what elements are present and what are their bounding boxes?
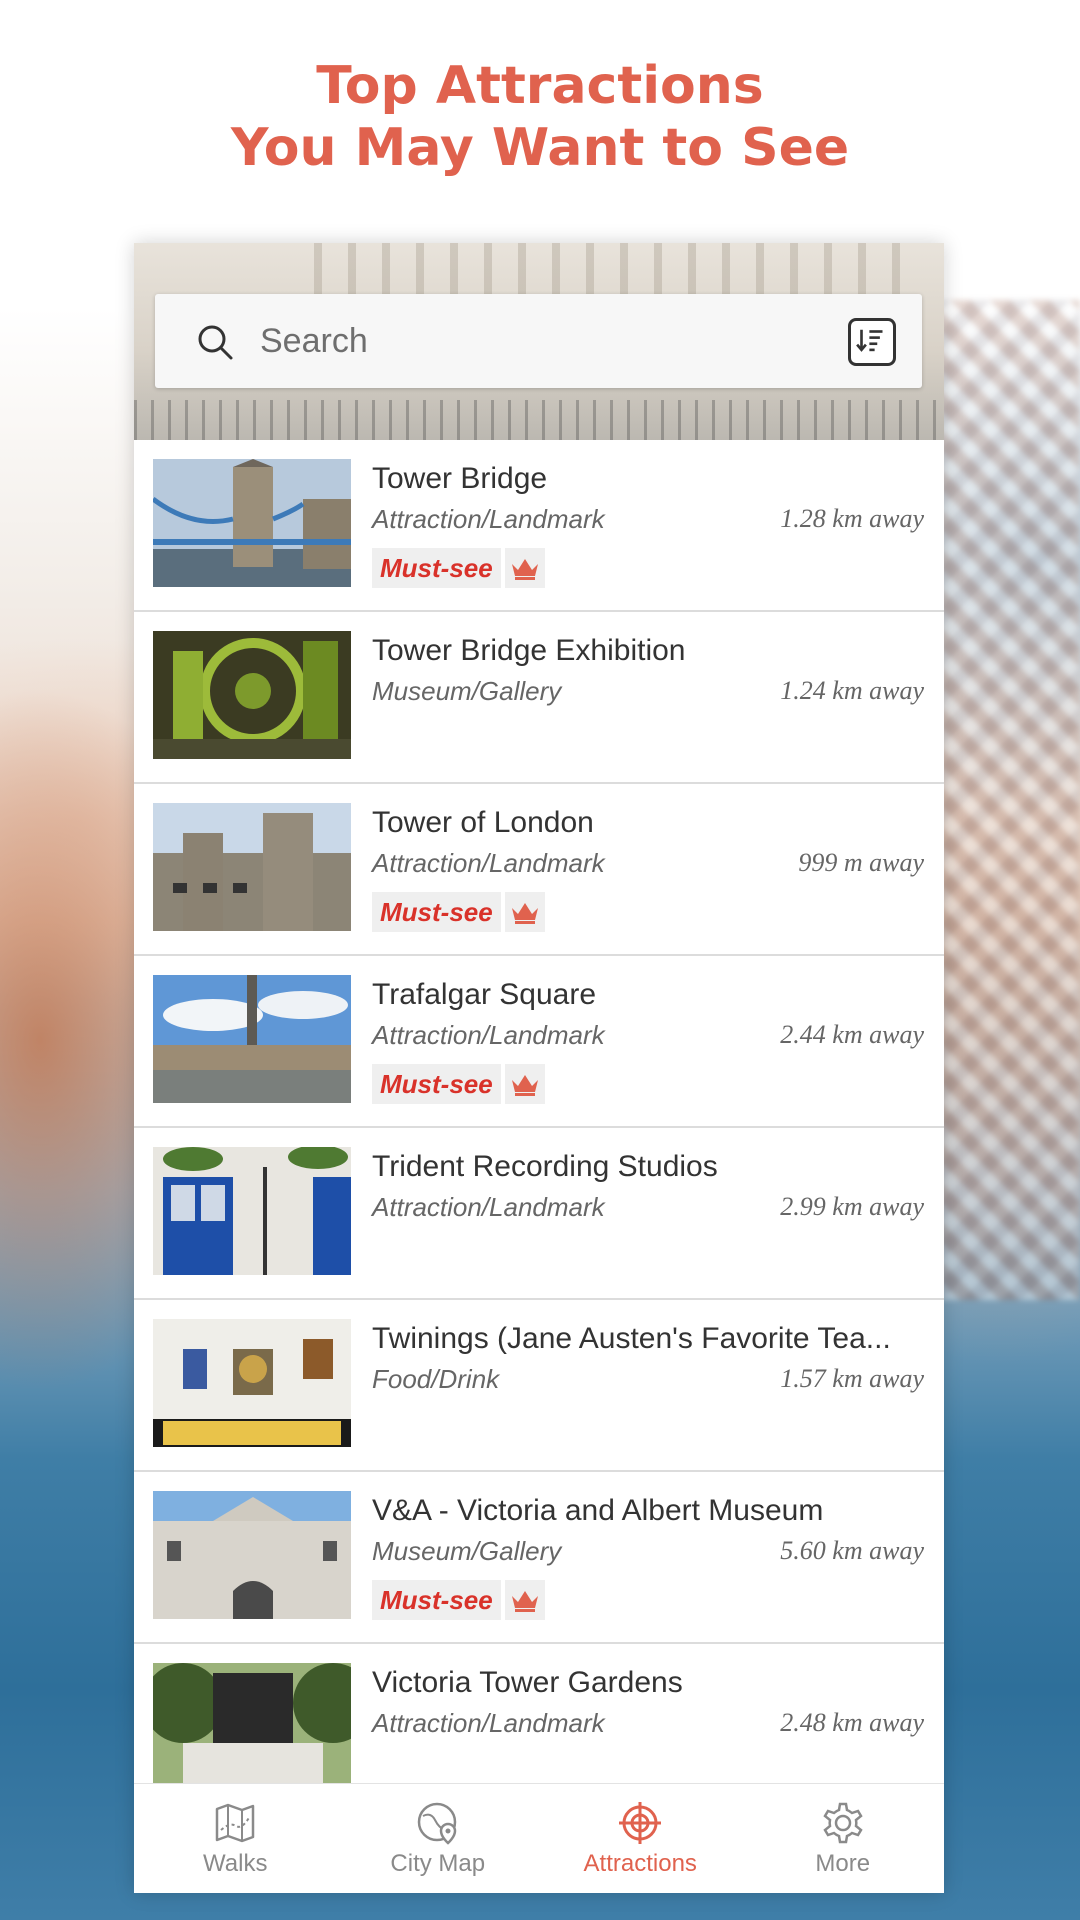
tab-more[interactable]: More [742,1784,945,1893]
attraction-distance: 999 m away [798,848,924,877]
crown-icon [504,548,545,588]
attraction-list: Tower Bridge Attraction/Landmark 1.28 km… [134,440,944,1816]
attraction-distance: 1.28 km away [780,504,924,533]
app-screen: Tower Bridge Attraction/Landmark 1.28 km… [134,243,944,1893]
list-item[interactable]: Tower Bridge Attraction/Landmark 1.28 km… [134,440,944,612]
tab-label: More [815,1850,871,1877]
attraction-category: Museum/Gallery [372,676,562,706]
must-see-badge: Must-see [372,892,545,932]
attraction-title: Trident Recording Studios [372,1150,718,1183]
attraction-distance: 1.57 km away [780,1364,924,1393]
attraction-distance: 1.24 km away [780,676,924,705]
search-bar [155,294,922,388]
attraction-title: Tower Bridge Exhibition [372,634,686,667]
must-see-label: Must-see [372,548,501,588]
thumbnail-victoria-albert-museum [153,1491,351,1619]
search-input[interactable] [260,314,800,368]
crown-icon [504,892,545,932]
blurred-background-pattern [940,300,1080,1300]
attraction-category: Attraction/Landmark [372,848,605,878]
thumbnail-twinings [153,1319,351,1447]
attraction-category: Museum/Gallery [372,1536,562,1566]
target-icon [619,1802,662,1844]
tab-city-map[interactable]: City Map [337,1784,540,1893]
list-item[interactable]: Tower Bridge Exhibition Museum/Gallery 1… [134,612,944,784]
must-see-label: Must-see [372,1064,501,1104]
thumbnail-trafalgar-square [153,975,351,1103]
list-item[interactable]: Tower of London Attraction/Landmark 999 … [134,784,944,956]
tab-label: Walks [203,1850,268,1877]
crown-icon [504,1064,545,1104]
thumbnail-victoria-tower-gardens [153,1663,351,1791]
attraction-category: Attraction/Landmark [372,1708,605,1738]
map-icon [216,1803,255,1843]
thumbnail-tower-of-london [153,803,351,931]
search-icon [198,325,233,360]
attraction-title: Trafalgar Square [372,978,597,1011]
tab-label: City Map [390,1850,486,1877]
headline-line-1: Top Attractions [316,56,764,116]
bottom-tab-bar: Walks City Map Attractions More [134,1783,944,1893]
attraction-title: Tower of London [372,806,594,839]
globe-pin-icon [417,1802,457,1845]
attraction-title: Twinings (Jane Austen's Favorite Tea... [372,1322,891,1355]
tab-label: Attractions [583,1850,697,1877]
hero-crowd [134,400,944,440]
thumbnail-trident-studios [153,1147,351,1275]
attraction-distance: 2.48 km away [780,1708,924,1737]
list-item[interactable]: Trident Recording Studios Attraction/Lan… [134,1128,944,1300]
tab-walks[interactable]: Walks [134,1784,337,1893]
gear-icon [823,1802,863,1844]
must-see-label: Must-see [372,1580,501,1620]
attraction-distance: 5.60 km away [780,1536,924,1565]
attraction-category: Attraction/Landmark [372,504,605,534]
attraction-distance: 2.99 km away [780,1192,924,1221]
attraction-category: Attraction/Landmark [372,1020,605,1050]
tab-attractions[interactable]: Attractions [539,1784,742,1893]
must-see-badge: Must-see [372,1064,545,1104]
thumbnail-tower-bridge-exhibition [153,631,351,759]
crown-icon [504,1580,545,1620]
must-see-label: Must-see [372,892,501,932]
sort-button[interactable] [848,318,896,366]
must-see-badge: Must-see [372,548,545,588]
attraction-distance: 2.44 km away [780,1020,924,1049]
attraction-title: Tower Bridge [372,462,548,495]
attraction-title: V&A - Victoria and Albert Museum [372,1494,824,1527]
hero-image-buckingham-palace [134,243,944,440]
must-see-badge: Must-see [372,1580,545,1620]
headline-line-2: You May Want to See [230,118,850,178]
sort-icon [856,329,883,352]
list-item[interactable]: Twinings (Jane Austen's Favorite Tea... … [134,1300,944,1472]
promo-headline: Top Attractions You May Want to See [0,55,1080,179]
attraction-category: Attraction/Landmark [372,1192,605,1222]
attraction-title: Victoria Tower Gardens [372,1666,683,1699]
thumbnail-tower-bridge [153,459,351,587]
list-item[interactable]: Trafalgar Square Attraction/Landmark 2.4… [134,956,944,1128]
list-item[interactable]: V&A - Victoria and Albert Museum Museum/… [134,1472,944,1644]
attraction-category: Food/Drink [372,1364,500,1394]
